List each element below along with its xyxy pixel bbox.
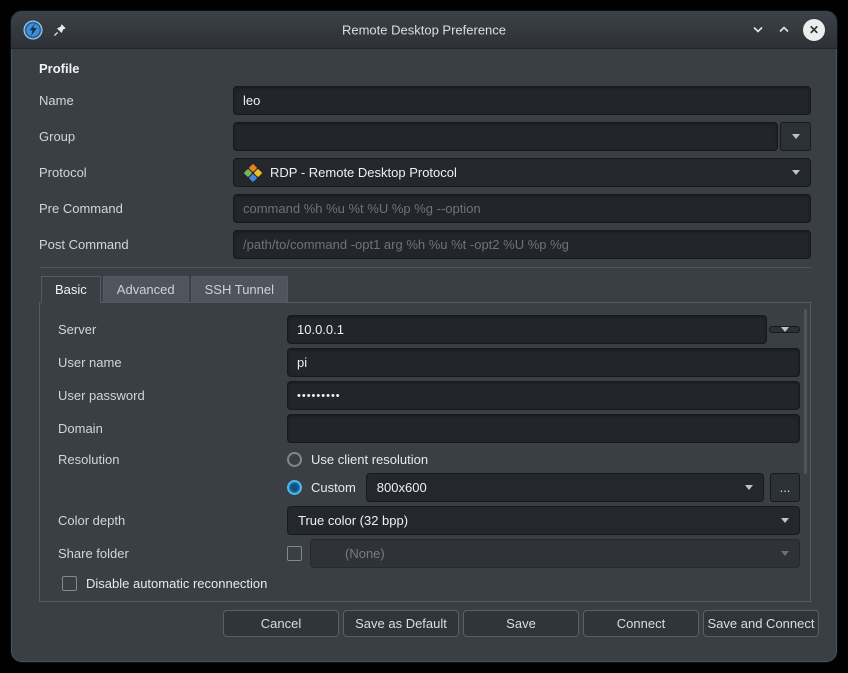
titlebar: Remote Desktop Preference ✕ [11,11,837,49]
chevron-down-icon [792,134,800,139]
pre-command-label: Pre Command [39,201,233,216]
share-folder-row: Share folder (None) [58,539,800,568]
chevron-down-icon [745,485,753,490]
shade-down-icon[interactable] [751,25,765,34]
post-command-input[interactable] [233,230,811,259]
tab-ssh-tunnel[interactable]: SSH Tunnel [191,276,288,303]
shade-up-icon[interactable] [777,25,791,34]
color-depth-value: True color (32 bpp) [298,513,408,528]
settings-notebook: Basic Advanced SSH Tunnel Server User na… [39,267,811,602]
server-label: Server [58,322,287,337]
use-client-resolution-label: Use client resolution [311,452,428,467]
password-input[interactable] [287,381,800,410]
custom-resolution-value: 800x600 [377,480,427,495]
tab-bar: Basic Advanced SSH Tunnel [39,276,811,303]
custom-resolution-radio[interactable] [287,480,302,495]
chevron-down-icon [792,170,800,175]
chevron-down-icon [781,518,789,523]
share-folder-checkbox[interactable] [287,546,302,561]
resolution-more-button[interactable]: ... [770,473,800,502]
name-row: Name [39,86,811,115]
server-row: Server [58,315,800,344]
color-depth-row: Color depth True color (32 bpp) [58,506,800,535]
group-label: Group [39,129,233,144]
group-input[interactable] [233,122,778,151]
pin-icon[interactable] [53,23,67,37]
name-label: Name [39,93,233,108]
protocol-label: Protocol [39,165,233,180]
domain-row: Domain [58,414,800,443]
save-as-default-button[interactable]: Save as Default [343,610,459,637]
color-depth-label: Color depth [58,513,287,528]
resolution-label: Resolution [58,452,287,467]
remmina-app-icon [23,20,43,40]
chevron-down-icon [781,551,789,556]
username-label: User name [58,355,287,370]
save-and-connect-button[interactable]: Save and Connect [703,610,819,637]
close-button[interactable]: ✕ [803,19,825,41]
pre-command-row: Pre Command [39,194,811,223]
protocol-value: RDP - Remote Desktop Protocol [270,165,457,180]
domain-label: Domain [58,421,287,436]
resolution-client-row: Resolution Use client resolution [58,447,800,472]
use-client-resolution-radio[interactable] [287,452,302,467]
save-button[interactable]: Save [463,610,579,637]
custom-resolution-dropdown[interactable]: 800x600 [366,473,764,502]
disable-reconnect-checkbox[interactable] [62,576,77,591]
cancel-button[interactable]: Cancel [223,610,339,637]
username-input[interactable] [287,348,800,377]
resolution-custom-row: Custom 800x600 ... [58,473,800,502]
panel-scrollbar[interactable] [804,309,807,474]
share-folder-dropdown: (None) [310,539,800,568]
color-depth-dropdown[interactable]: True color (32 bpp) [287,506,800,535]
remote-desktop-preference-window: Remote Desktop Preference ✕ Profile Name… [10,10,838,663]
tab-advanced[interactable]: Advanced [103,276,189,303]
password-row: User password [58,381,800,410]
share-folder-value: (None) [321,546,385,561]
profile-section-heading: Profile [39,61,811,76]
window-title: Remote Desktop Preference [342,22,506,37]
dialog-action-bar: Cancel Save as Default Save Connect Save… [29,610,819,637]
server-dropdown-button[interactable] [769,326,800,333]
username-row: User name [58,348,800,377]
custom-resolution-label: Custom [311,480,356,495]
basic-tab-panel: Server User name User password [39,302,811,602]
protocol-row: Protocol RDP - Remote Desktop Protocol [39,158,811,187]
connect-button[interactable]: Connect [583,610,699,637]
server-input[interactable] [287,315,767,344]
protocol-dropdown[interactable]: RDP - Remote Desktop Protocol [233,158,811,187]
pre-command-input[interactable] [233,194,811,223]
post-command-label: Post Command [39,237,233,252]
disable-reconnect-label: Disable automatic reconnection [86,576,267,591]
password-label: User password [58,388,287,403]
disable-reconnect-row: Disable automatic reconnection [62,576,800,591]
post-command-row: Post Command [39,230,811,259]
rdp-protocol-icon [244,164,261,181]
group-dropdown-button[interactable] [780,122,811,151]
share-folder-label: Share folder [58,546,287,561]
name-input[interactable] [233,86,811,115]
group-row: Group [39,122,811,151]
tab-basic[interactable]: Basic [41,276,101,303]
domain-input[interactable] [287,414,800,443]
chevron-down-icon [781,327,789,332]
